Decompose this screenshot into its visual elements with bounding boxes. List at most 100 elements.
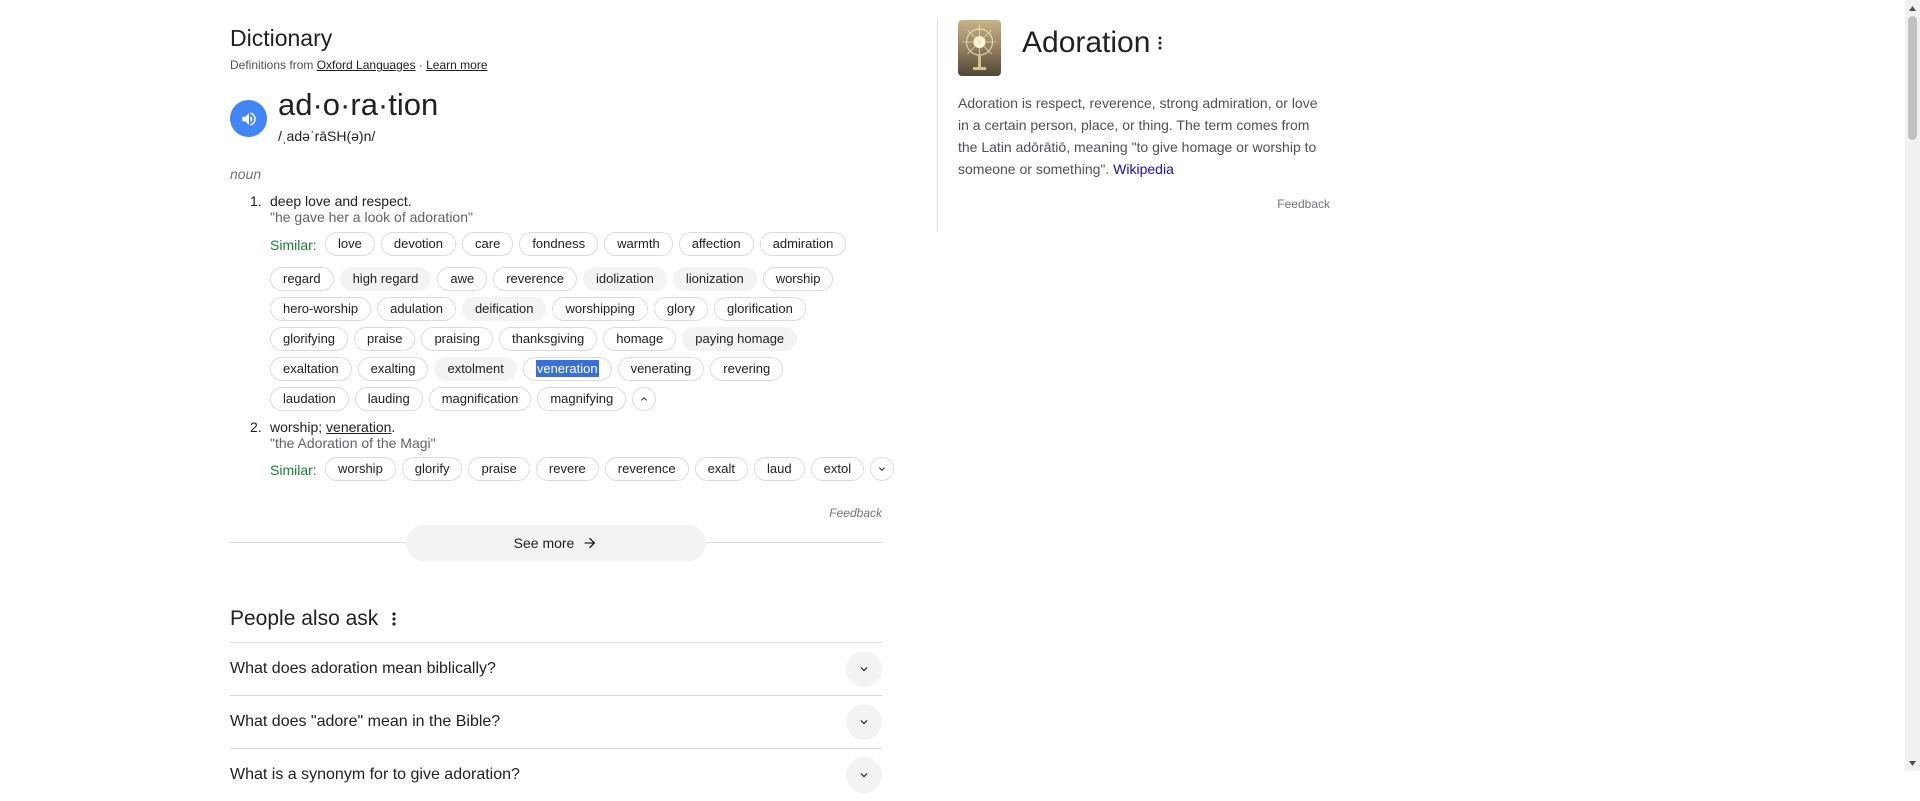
- synonym-chip[interactable]: reverence: [493, 267, 578, 291]
- people-also-ask-header: People also ask: [230, 607, 396, 631]
- synonym-row: exaltation exalting extolment veneration…: [270, 357, 784, 381]
- synonym-row: love devotion care fondness warmth affec…: [325, 232, 847, 256]
- synonym-chip[interactable]: exaltation: [270, 357, 352, 381]
- sense-definition-text: worship;: [270, 419, 327, 435]
- monstrance-image: [962, 25, 997, 70]
- synonym-chip[interactable]: magnifying: [537, 387, 627, 411]
- paa-question-row[interactable]: What does "adore" mean in the Bible?: [230, 695, 882, 748]
- synonym-chip[interactable]: venerating: [617, 357, 705, 381]
- sense-definition: deep love and respect.: [270, 193, 412, 209]
- paa-question-row[interactable]: What is a synonym for to give adoration?: [230, 748, 882, 801]
- synonym-chip[interactable]: worshipping: [552, 297, 648, 321]
- oxford-languages-link[interactable]: Oxford Languages: [317, 58, 416, 72]
- synonym-chip[interactable]: care: [462, 232, 514, 256]
- synonym-chip[interactable]: worship: [762, 267, 834, 291]
- similar-label: Similar:: [270, 237, 317, 253]
- synonym-chip[interactable]: revering: [710, 357, 784, 381]
- expand-synonyms-button[interactable]: [870, 457, 895, 481]
- synonym-row: regard high regard awe reverence idoliza…: [270, 267, 834, 291]
- synonym-chip[interactable]: deification: [461, 297, 547, 321]
- more-options-icon[interactable]: [392, 612, 396, 626]
- sense-definition-end: .: [391, 419, 396, 435]
- synonym-chip[interactable]: praising: [421, 327, 493, 351]
- synonym-chip[interactable]: thanksgiving: [498, 327, 598, 351]
- scroll-up-arrow[interactable]: [1908, 3, 1917, 13]
- synonym-row: worship glorify praise revere reverence …: [325, 457, 895, 481]
- synonym-chip[interactable]: worship: [325, 457, 396, 481]
- sense-number: 1.: [250, 193, 262, 209]
- dictionary-feedback-link[interactable]: Feedback: [829, 506, 882, 520]
- synonym-chip[interactable]: revere: [535, 457, 599, 481]
- see-more-button[interactable]: See more: [406, 525, 706, 561]
- synonym-chip[interactable]: fondness: [519, 232, 599, 256]
- chevron-down-icon: [860, 773, 868, 778]
- more-options-icon[interactable]: [1158, 36, 1162, 50]
- synonym-chip[interactable]: warmth: [604, 232, 673, 256]
- synonym-chip[interactable]: hero-worship: [270, 297, 372, 321]
- people-also-ask-title: People also ask: [230, 607, 379, 630]
- synonym-chip[interactable]: glory: [653, 297, 709, 321]
- synonym-chip[interactable]: lionization: [672, 267, 757, 291]
- synonym-chip[interactable]: praise: [468, 457, 530, 481]
- see-more-label: See more: [513, 535, 575, 551]
- learn-more-link[interactable]: Learn more: [426, 58, 487, 72]
- chevron-up-icon: [641, 397, 648, 401]
- dictionary-title: Dictionary: [230, 25, 333, 51]
- synonym-chip[interactable]: lauding: [354, 387, 423, 411]
- synonym-chip[interactable]: magnification: [428, 387, 532, 411]
- synonym-chip-selected[interactable]: veneration: [522, 357, 612, 381]
- synonym-chip[interactable]: glorification: [714, 297, 806, 321]
- sense-example: "the Adoration of the Magi": [270, 435, 436, 451]
- synonym-chip[interactable]: paying homage: [682, 327, 798, 351]
- chevron-down-icon: [860, 667, 868, 672]
- triangle-up-icon: [1909, 5, 1916, 11]
- synonym-chip[interactable]: laudation: [270, 387, 349, 411]
- synonym-chip[interactable]: reverence: [604, 457, 689, 481]
- synonym-chip[interactable]: high regard: [339, 267, 432, 291]
- synonym-chip[interactable]: awe: [437, 267, 488, 291]
- scroll-down-arrow[interactable]: [1908, 758, 1917, 768]
- column-divider: [937, 20, 938, 232]
- synonym-chip[interactable]: love: [325, 232, 375, 256]
- expand-button[interactable]: [846, 651, 882, 687]
- selected-synonym-text: veneration: [535, 360, 599, 377]
- synonym-chip[interactable]: idolization: [583, 267, 667, 291]
- synonym-chip[interactable]: glorifying: [270, 327, 349, 351]
- synonym-chip[interactable]: devotion: [380, 232, 457, 256]
- expand-button[interactable]: [846, 757, 882, 793]
- expand-button[interactable]: [846, 704, 882, 740]
- triangle-down-icon: [1909, 760, 1916, 766]
- synonym-chip[interactable]: extol: [810, 457, 865, 481]
- knowledge-panel-title: Adoration: [1022, 26, 1151, 59]
- synonym-chip[interactable]: praise: [354, 327, 416, 351]
- synonym-chip[interactable]: exalting: [357, 357, 429, 381]
- vertical-scrollbar[interactable]: [1905, 0, 1920, 771]
- chevron-down-icon: [860, 720, 868, 725]
- synonym-chip[interactable]: glorify: [401, 457, 463, 481]
- collapse-synonyms-button[interactable]: [632, 387, 657, 411]
- synonym-chip[interactable]: affection: [678, 232, 754, 256]
- scrollbar-thumb[interactable]: [1908, 16, 1917, 140]
- knowledge-panel-description: Adoration is respect, reverence, strong …: [958, 92, 1330, 180]
- synonym-chip[interactable]: extolment: [434, 357, 517, 381]
- part-of-speech: noun: [230, 166, 262, 182]
- paa-question-row[interactable]: What does adoration mean biblically?: [230, 642, 882, 695]
- pronunciation-audio-button[interactable]: [230, 100, 267, 137]
- synonym-chip[interactable]: laud: [754, 457, 805, 481]
- chevron-down-icon: [879, 467, 886, 471]
- synonym-chip[interactable]: exalt: [694, 457, 749, 481]
- source-separator: ·: [415, 58, 427, 72]
- synonym-row: glorifying praise praising thanksgiving …: [270, 327, 798, 351]
- veneration-link[interactable]: veneration: [326, 419, 391, 435]
- synonym-chip[interactable]: adulation: [377, 297, 456, 321]
- adoration-thumbnail[interactable]: [958, 20, 1001, 76]
- wikipedia-link[interactable]: Wikipedia: [1113, 161, 1174, 177]
- paa-question: What is a synonym for to give adoration?: [230, 766, 520, 783]
- sense-example: "he gave her a look of adoration": [270, 209, 473, 225]
- synonym-chip[interactable]: admiration: [759, 232, 847, 256]
- knowledge-panel-feedback-link[interactable]: Feedback: [1277, 197, 1330, 211]
- synonym-chip[interactable]: homage: [603, 327, 677, 351]
- sense-number: 2.: [250, 419, 262, 435]
- synonym-chip[interactable]: regard: [270, 267, 334, 291]
- headword: ad·o·ra·tion: [278, 87, 439, 122]
